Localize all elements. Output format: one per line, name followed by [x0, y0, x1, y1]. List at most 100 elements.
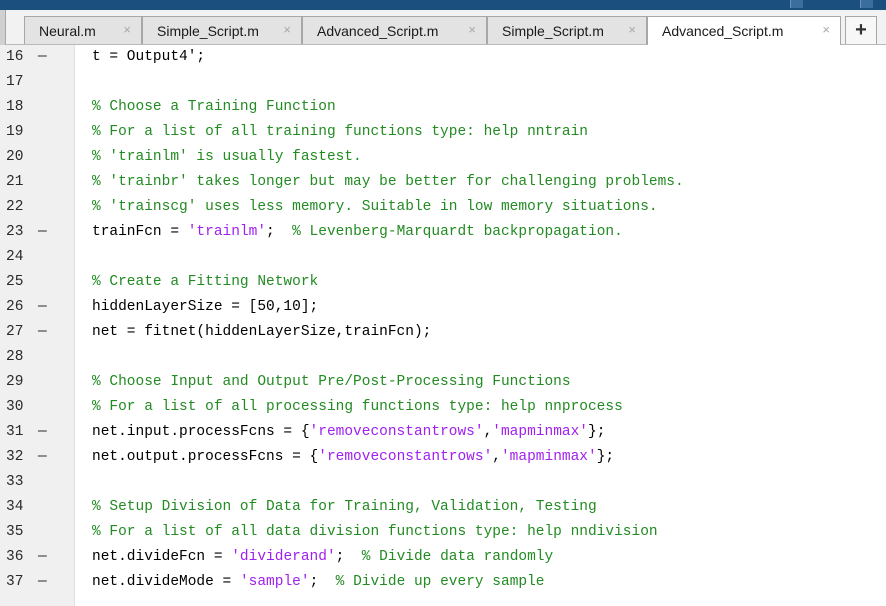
- code-line[interactable]: 24: [0, 245, 886, 270]
- code-editor[interactable]: 16 — t = Output4'; 17 18 % Choose a Training …: [0, 45, 886, 606]
- code-line[interactable]: 25 % Create a Fitting Network: [0, 270, 886, 295]
- tab-label: Advanced_Script.m: [662, 23, 784, 39]
- code-string: 'trainlm': [187, 224, 267, 240]
- line-number: 36: [6, 549, 24, 565]
- code-text: % For a list of all training functions t…: [92, 120, 588, 145]
- code-line[interactable]: 37 — net.divideMode = 'sample'; % Divide u…: [0, 570, 886, 595]
- line-number: 20: [6, 149, 24, 165]
- code-text: hiddenLayerSize = [50,10];: [92, 295, 318, 320]
- code-line[interactable]: 30 % For a list of all processing functio…: [0, 395, 886, 420]
- editor-tab-bar: Neural.m × Simple_Script.m × Advanced_Sc…: [0, 10, 886, 45]
- tab-advanced-script[interactable]: Advanced_Script.m ×: [302, 16, 487, 44]
- line-number: 34: [6, 499, 24, 515]
- code-comment: % Choose Input and Output Pre/Post-Proce…: [92, 374, 571, 390]
- tab-close-icon[interactable]: ×: [628, 23, 636, 37]
- code-token: hiddenLayerSize = [50,10];: [92, 299, 319, 315]
- code-text: % For a list of all data division functi…: [92, 520, 658, 545]
- line-number: 18: [6, 99, 24, 115]
- code-comment: % For a list of all data division functi…: [92, 524, 658, 540]
- line-number: 22: [6, 199, 24, 215]
- code-string: 'dividerand': [231, 549, 336, 565]
- breakpoint-marker[interactable]: —: [38, 320, 47, 345]
- tab-close-icon[interactable]: ×: [822, 23, 830, 37]
- code-comment: % Create a Fitting Network: [92, 274, 319, 290]
- code-comment: % Divide data randomly: [361, 549, 554, 565]
- breakpoint-marker[interactable]: —: [38, 420, 47, 445]
- code-line[interactable]: 33: [0, 470, 886, 495]
- tab-close-icon[interactable]: ×: [123, 23, 131, 37]
- breakpoint-marker[interactable]: —: [38, 545, 47, 570]
- code-text: t = Output4';: [92, 45, 205, 70]
- tab-close-icon[interactable]: ×: [468, 23, 476, 37]
- code-line[interactable]: 21 % 'trainbr' takes longer but may be be…: [0, 170, 886, 195]
- code-line[interactable]: 18 % Choose a Training Function: [0, 95, 886, 120]
- code-string: 'mapminmax': [492, 424, 588, 440]
- code-line[interactable]: 35 % For a list of all data division func…: [0, 520, 886, 545]
- line-number: 24: [6, 249, 24, 265]
- code-line[interactable]: 27 — net = fitnet(hiddenLayerSize,trainFcn…: [0, 320, 886, 345]
- tab-close-icon[interactable]: ×: [283, 23, 291, 37]
- tab-advanced-script-active[interactable]: Advanced_Script.m ×: [647, 16, 841, 45]
- code-line[interactable]: 28: [0, 345, 886, 370]
- title-bar-decoration: [790, 0, 803, 8]
- code-token: ,: [492, 449, 501, 465]
- code-token: net.input.processFcns = {: [92, 424, 310, 440]
- tab-label: Advanced_Script.m: [317, 22, 439, 39]
- line-number: 35: [6, 524, 24, 540]
- line-number: 31: [6, 424, 24, 440]
- tab-simple-script-2[interactable]: Simple_Script.m ×: [487, 16, 647, 44]
- code-token: };: [596, 449, 615, 465]
- breakpoint-marker[interactable]: —: [38, 445, 47, 470]
- code-text: trainFcn = 'trainlm'; % Levenberg-Marqua…: [92, 220, 623, 245]
- code-line[interactable]: 19 % For a list of all training functions…: [0, 120, 886, 145]
- line-number: 32: [6, 449, 24, 465]
- code-comment: % For a list of all training functions t…: [92, 124, 588, 140]
- code-line[interactable]: 16 — t = Output4';: [0, 45, 886, 70]
- code-line[interactable]: 22 % 'trainscg' uses less memory. Suitabl…: [0, 195, 886, 220]
- line-number: 33: [6, 474, 24, 490]
- breakpoint-marker[interactable]: —: [38, 295, 47, 320]
- code-token: net.output.processFcns = {: [92, 449, 319, 465]
- breakpoint-marker[interactable]: —: [38, 220, 47, 245]
- line-number: 26: [6, 299, 24, 315]
- code-comment: % 'trainscg' uses less memory. Suitable …: [92, 199, 658, 215]
- breakpoint-marker[interactable]: —: [38, 45, 47, 70]
- tab-neural[interactable]: Neural.m ×: [24, 16, 142, 44]
- code-text: net.divideMode = 'sample'; % Divide up e…: [92, 570, 545, 595]
- code-comment: % Divide up every sample: [335, 574, 545, 590]
- code-line[interactable]: 36 — net.divideFcn = 'dividerand'; % Divid…: [0, 545, 886, 570]
- breakpoint-marker[interactable]: —: [38, 570, 47, 595]
- code-comment: % Choose a Training Function: [92, 99, 336, 115]
- code-line[interactable]: 23 — trainFcn = 'trainlm'; % Levenberg-Mar…: [0, 220, 886, 245]
- line-number: 29: [6, 374, 24, 390]
- code-text: net.output.processFcns = {'removeconstan…: [92, 445, 614, 470]
- code-text: net = fitnet(hiddenLayerSize,trainFcn);: [92, 320, 431, 345]
- code-text: % Create a Fitting Network: [92, 270, 318, 295]
- tab-simple-script[interactable]: Simple_Script.m ×: [142, 16, 302, 44]
- code-token: ;: [335, 549, 362, 565]
- code-line[interactable]: 17: [0, 70, 886, 95]
- code-token: ;: [309, 574, 336, 590]
- code-text: % Choose a Training Function: [92, 95, 336, 120]
- code-line[interactable]: 29 % Choose Input and Output Pre/Post-Pro…: [0, 370, 886, 395]
- code-line[interactable]: 26 — hiddenLayerSize = [50,10];: [0, 295, 886, 320]
- tab-bar-left-edge: [0, 10, 6, 45]
- add-tab-button[interactable]: +: [845, 16, 877, 44]
- code-line[interactable]: 20 % 'trainlm' is usually fastest.: [0, 145, 886, 170]
- code-comment: % 'trainlm' is usually fastest.: [92, 149, 362, 165]
- code-token: ;: [266, 224, 293, 240]
- code-text: % Choose Input and Output Pre/Post-Proce…: [92, 370, 571, 395]
- line-number: 37: [6, 574, 24, 590]
- code-text: net.input.processFcns = {'removeconstant…: [92, 420, 605, 445]
- code-line[interactable]: 31 — net.input.processFcns = {'removeconst…: [0, 420, 886, 445]
- code-line[interactable]: 34 % Setup Division of Data for Training,…: [0, 495, 886, 520]
- code-token: t = Output4';: [92, 49, 206, 65]
- code-text: % 'trainbr' takes longer but may be bett…: [92, 170, 684, 195]
- tab-label: Simple_Script.m: [157, 22, 259, 39]
- code-string: 'mapminmax': [500, 449, 597, 465]
- code-token: trainFcn =: [92, 224, 188, 240]
- code-text: % 'trainscg' uses less memory. Suitable …: [92, 195, 658, 220]
- code-text: net.divideFcn = 'dividerand'; % Divide d…: [92, 545, 553, 570]
- code-line[interactable]: 32 — net.output.processFcns = {'removecons…: [0, 445, 886, 470]
- code-comment: % Levenberg-Marquardt backpropagation.: [292, 224, 623, 240]
